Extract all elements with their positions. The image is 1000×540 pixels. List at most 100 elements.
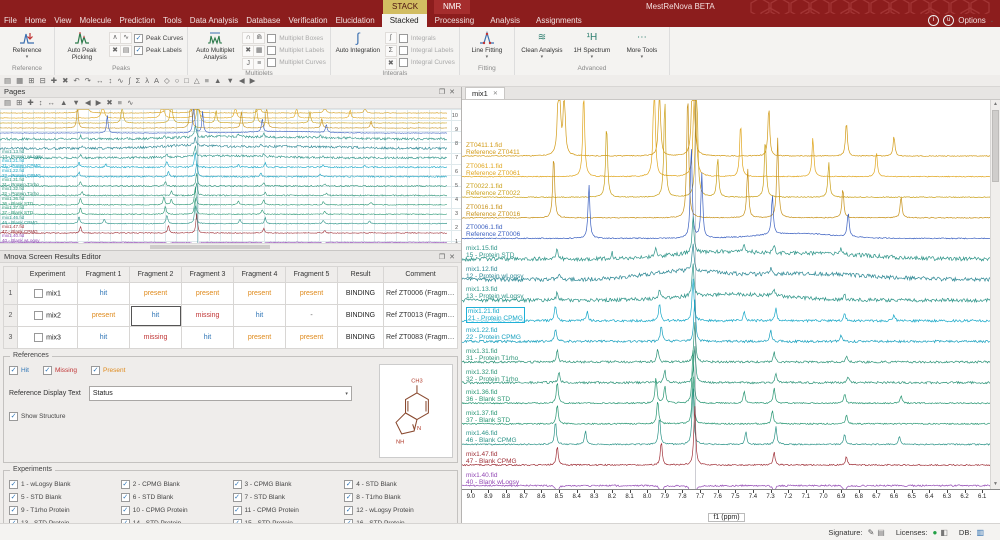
checkbox-hit[interactable]: ✓	[9, 366, 18, 375]
checkbox-3-cpmg-blank[interactable]: ✓	[233, 480, 242, 489]
rect-tool-icon[interactable]: □	[182, 76, 191, 86]
float-panel-icon[interactable]: ❐	[437, 253, 447, 261]
license-manager-icon[interactable]: ◧	[940, 528, 948, 537]
forward-icon[interactable]: ▶	[94, 98, 104, 108]
checkbox-row-mix3[interactable]	[34, 333, 43, 342]
pan-vertical-icon[interactable]: ↕	[106, 76, 114, 86]
checkbox-4-std-blank[interactable]: ✓	[344, 480, 353, 489]
fragment-cell[interactable]: present	[130, 283, 182, 305]
multiplets-table-icon[interactable]: ▦	[253, 45, 265, 57]
multiplet-list-icon[interactable]: ≡	[253, 58, 265, 70]
checkbox-1-wlogsy-blank[interactable]: ✓	[9, 480, 18, 489]
fragment-cell[interactable]: present	[182, 283, 234, 305]
checkbox-10-cpmg-protein[interactable]: ✓	[121, 506, 130, 515]
add-icon[interactable]: ✚	[49, 76, 59, 86]
add-page-icon[interactable]: ✚	[25, 98, 35, 108]
auto-multiplet-analysis-button[interactable]: Auto Multiplet Analysis	[192, 29, 238, 70]
scrollbar-thumb[interactable]	[150, 245, 270, 249]
text-icon[interactable]: A	[152, 76, 161, 86]
fragment-cell[interactable]: missing	[130, 327, 182, 349]
pages-canvas[interactable]: mix1.13.fid13 - Protein wLogsymix1.21.fi…	[0, 109, 461, 251]
next-icon[interactable]: ▶	[248, 76, 258, 86]
result-row-mix3[interactable]: 3mix3hitmissinghitpresentpresentBINDINGR…	[4, 327, 458, 349]
checkbox-9-t1rho-protein[interactable]: ✓	[9, 506, 18, 515]
signature-sign-icon[interactable]: ✎	[868, 528, 875, 537]
menu-view[interactable]: View	[50, 14, 75, 27]
ribbon-tab-processing[interactable]: Processing	[427, 14, 483, 27]
fragment-cell[interactable]: present	[234, 283, 286, 305]
ribbon-tab-stacked[interactable]: Stacked	[382, 14, 427, 27]
spectrum-icon[interactable]: ∿	[115, 76, 125, 86]
signature-verify-icon[interactable]: ▤	[877, 528, 885, 537]
menu-file[interactable]: File	[0, 14, 21, 27]
menu-tools[interactable]: Tools	[159, 14, 186, 27]
checkbox-5-std-blank[interactable]: ✓	[9, 493, 18, 502]
menu-home[interactable]: Home	[21, 14, 50, 27]
clean-analysis-button[interactable]: ≋Clean Analysis▾	[519, 29, 565, 65]
auto-integration-button[interactable]: ∫ Auto Integration	[335, 29, 381, 70]
move-down-icon[interactable]: ▼	[224, 76, 235, 86]
scroll-down-icon[interactable]: ▼	[991, 480, 1000, 489]
checkbox-6-std-blank[interactable]: ✓	[121, 493, 130, 502]
page-icon[interactable]: ▤	[2, 76, 13, 86]
doc-category-tab-stack[interactable]: STACK	[383, 0, 427, 14]
experiment-cell[interactable]: mix3	[18, 327, 78, 349]
redo-icon[interactable]: ↷	[83, 76, 93, 86]
fragment-cell[interactable]: hit	[234, 305, 286, 327]
checkbox-8-t1rho-blank[interactable]: ✓	[344, 493, 353, 502]
document-tab-mix1[interactable]: mix1 ✕	[465, 87, 505, 99]
checkbox-11-cpmg-protein[interactable]: ✓	[233, 506, 242, 515]
grid-view-icon[interactable]: ⊞	[14, 98, 24, 108]
checkbox-integral-curves[interactable]	[399, 58, 408, 67]
fragment-cell[interactable]: hit	[130, 305, 182, 327]
triangle-tool-icon[interactable]: △	[192, 76, 202, 86]
circle-tool-icon[interactable]: ○	[173, 76, 182, 86]
result-row-mix2[interactable]: 2mix2presenthitmissinghit-BINDINGRef ZT0…	[4, 305, 458, 327]
options-button[interactable]: Options	[958, 16, 986, 25]
fragment-cell[interactable]: present	[286, 327, 338, 349]
fit-vertical-icon[interactable]: ↕	[37, 98, 45, 108]
delete-integrals-icon[interactable]: ✖	[385, 58, 397, 70]
checkbox-12-wlogsy-protein[interactable]: ✓	[344, 506, 353, 515]
checkbox-row-mix1[interactable]	[34, 289, 43, 298]
checkbox-peak-labels[interactable]: ✓	[134, 46, 143, 55]
reference-display-text-select[interactable]: Status ▾	[89, 386, 352, 401]
undo-icon[interactable]: ↶	[71, 76, 81, 86]
checkbox-2-cpmg-blank[interactable]: ✓	[121, 480, 130, 489]
zoom-in-icon[interactable]: ⊞	[26, 76, 36, 86]
zoom-out-icon[interactable]: ⊟	[37, 76, 47, 86]
info-icon[interactable]: i	[928, 15, 939, 26]
grid-icon[interactable]: ▦	[14, 76, 25, 86]
doc-category-tab-nmr[interactable]: NMR	[434, 0, 470, 14]
lambda-icon[interactable]: λ	[143, 76, 151, 86]
list-icon[interactable]: ≡	[203, 76, 211, 86]
move-up-icon[interactable]: ▲	[212, 76, 223, 86]
spectra-canvas[interactable]: ZT0411.1.fidReference ZT0411ZT0061.1.fid…	[462, 100, 1000, 489]
checkbox-row-mix2[interactable]	[34, 311, 43, 320]
checkbox-missing[interactable]: ✓	[43, 366, 52, 375]
menu-data-analysis[interactable]: Data Analysis	[186, 14, 242, 27]
page-spectrum-icon[interactable]: ∿	[125, 98, 135, 108]
close-panel-icon[interactable]: ✕	[447, 88, 457, 96]
checkbox-multiplet-labels[interactable]	[267, 46, 276, 55]
pages-view-icon[interactable]: ▤	[2, 98, 13, 108]
line-fitting-button[interactable]: Line Fitting ▾	[464, 29, 510, 65]
experiment-cell[interactable]: mix2	[18, 305, 78, 327]
menu-database[interactable]: Database	[242, 14, 284, 27]
result-row-mix1[interactable]: 1mix1hitpresentpresentpresentpresentBIND…	[4, 283, 458, 305]
fragment-cell[interactable]: present	[286, 283, 338, 305]
ribbon-tab-analysis[interactable]: Analysis	[482, 14, 528, 27]
menu-prediction[interactable]: Prediction	[115, 14, 159, 27]
more-tools-button[interactable]: ⋯More Tools▾	[619, 29, 665, 65]
checkbox-7-std-blank[interactable]: ✓	[233, 493, 242, 502]
delete-icon[interactable]: ✖	[60, 76, 70, 86]
fragment-cell[interactable]: present	[234, 327, 286, 349]
ribbon-tab-assignments[interactable]: Assignments	[528, 14, 590, 27]
down-icon[interactable]: ▼	[70, 98, 81, 108]
page-list-icon[interactable]: ≡	[116, 98, 124, 108]
user-icon[interactable]: u	[943, 15, 954, 26]
pages-horizontal-scrollbar[interactable]	[0, 243, 461, 250]
checkbox-integrals[interactable]	[399, 34, 408, 43]
fit-horizontal-icon[interactable]: ↔	[45, 98, 57, 108]
prev-icon[interactable]: ◀	[237, 76, 247, 86]
